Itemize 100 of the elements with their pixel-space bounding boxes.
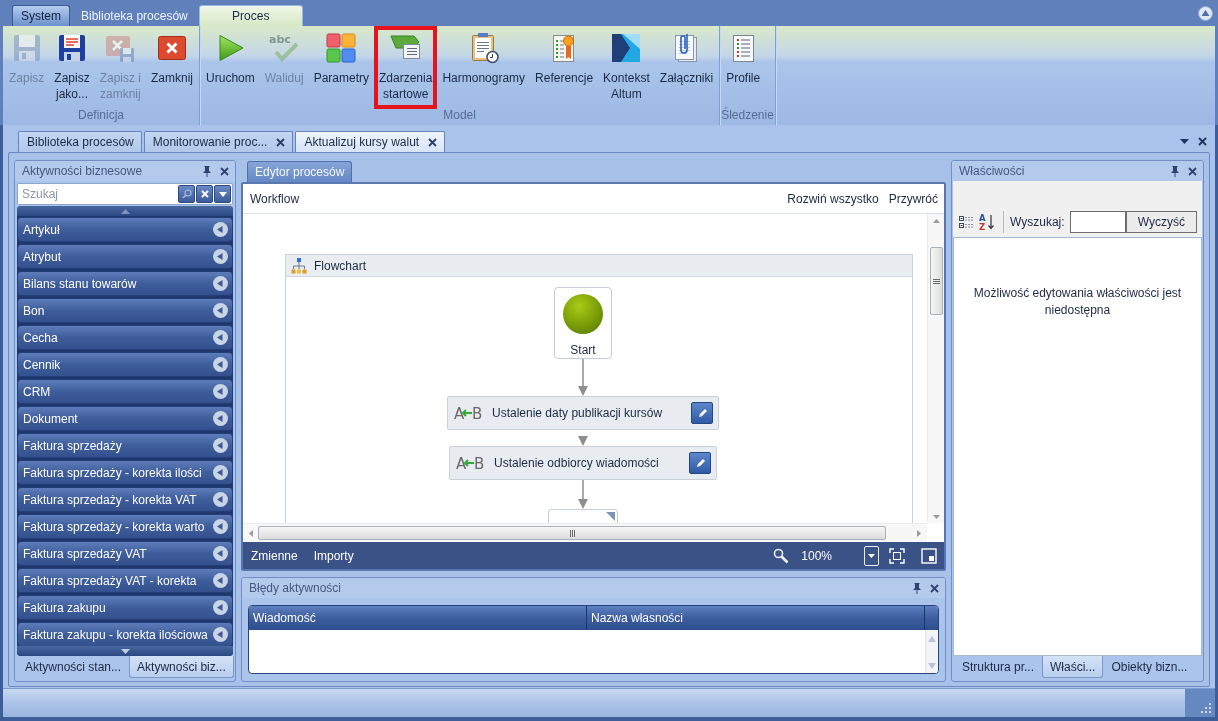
close-icon[interactable] bbox=[1198, 136, 1207, 146]
ribbon-tab[interactable]: Proces bbox=[198, 5, 303, 26]
panel-tab[interactable]: Struktura pr... bbox=[954, 656, 1043, 678]
document-tab[interactable]: Monitorowanie proc... bbox=[143, 131, 294, 152]
activity-label: Ustalenie odbiorcy wiadomości bbox=[494, 456, 659, 470]
category-item[interactable]: Dokument bbox=[17, 406, 233, 431]
category-item[interactable]: Faktura sprzedaży VAT bbox=[17, 541, 233, 566]
ribbon-tab[interactable]: Biblioteka procesów bbox=[72, 5, 197, 26]
column-header[interactable]: Nazwa własności bbox=[587, 606, 925, 630]
arrow-left-icon bbox=[249, 529, 253, 537]
category-item[interactable]: CRM bbox=[17, 379, 233, 404]
panel-tab[interactable]: Właści... bbox=[1042, 656, 1104, 678]
caret-icon bbox=[868, 553, 875, 558]
chevron-logo-icon bbox=[610, 32, 643, 64]
category-item[interactable]: Faktura zakupu bbox=[17, 595, 233, 620]
arrow-down-icon bbox=[928, 663, 936, 669]
group-label: Model bbox=[442, 109, 477, 124]
flowchart-title: Flowchart bbox=[314, 258, 366, 273]
ribbon-button[interactable]: Uruchom bbox=[201, 26, 260, 109]
clear-button[interactable] bbox=[196, 185, 213, 203]
search-box[interactable]: Szukaj bbox=[17, 183, 233, 205]
search-icon bbox=[181, 189, 192, 199]
ribbon-button[interactable]: Referencje bbox=[530, 26, 599, 109]
edit-button[interactable] bbox=[689, 452, 711, 474]
edit-button[interactable] bbox=[691, 402, 713, 424]
document-tab[interactable]: Aktualizuj kursy walut bbox=[295, 131, 446, 152]
footer-tab[interactable]: Zmienne bbox=[251, 548, 298, 563]
grip-icon bbox=[932, 278, 940, 284]
activity-node[interactable]: A B Ustalenie odbiorcy wiadomości bbox=[449, 446, 717, 480]
activity-node[interactable]: A B Ustalenie daty publikacji kursów bbox=[447, 396, 719, 430]
search-label: Wyszukaj: bbox=[1010, 215, 1065, 229]
column-header[interactable]: Wiadomość bbox=[249, 606, 587, 630]
grip-icon bbox=[569, 529, 575, 537]
close-icon[interactable] bbox=[220, 166, 229, 176]
collapse-ribbon-icon[interactable] bbox=[1198, 5, 1213, 21]
ribbon-button[interactable]: Zdarzenia startowe bbox=[374, 26, 438, 109]
pin-icon[interactable] bbox=[913, 582, 921, 594]
panel-tab[interactable]: Obiekty bizn... bbox=[1103, 656, 1196, 678]
panel-tab[interactable]: Aktywności stan... bbox=[17, 656, 130, 678]
zoom-dropdown-button[interactable] bbox=[864, 545, 879, 566]
panel-tab[interactable]: Aktywności biz... bbox=[129, 656, 234, 678]
close-icon[interactable] bbox=[930, 583, 939, 593]
pin-icon[interactable] bbox=[1171, 165, 1179, 177]
search-field[interactable] bbox=[1069, 211, 1126, 233]
category-item[interactable]: Bon bbox=[17, 298, 233, 323]
category-item[interactable]: Faktura sprzedaży - korekta warto bbox=[17, 514, 233, 539]
search-button[interactable] bbox=[178, 185, 195, 203]
category-item[interactable]: Artykuł bbox=[17, 217, 233, 242]
panel-title: Błędy aktywności bbox=[249, 581, 343, 595]
close-icon[interactable] bbox=[276, 137, 286, 147]
category-item[interactable]: Bilans stanu towarów bbox=[17, 271, 233, 296]
ribbon-button[interactable]: Parametry bbox=[308, 26, 374, 109]
categorized-view-icon[interactable] bbox=[958, 215, 974, 229]
fit-to-screen-icon[interactable] bbox=[889, 547, 905, 564]
ribbon-button[interactable]: Zapisz jako... bbox=[49, 26, 95, 109]
resize-grip-icon[interactable] bbox=[1185, 689, 1215, 717]
category-item[interactable]: Cecha bbox=[17, 325, 233, 350]
vertical-scrollbar[interactable] bbox=[927, 214, 944, 523]
ribbon-button[interactable]: Harmonogramy bbox=[437, 26, 531, 109]
ribbon-tab[interactable]: System bbox=[12, 5, 70, 26]
link[interactable]: Przywróć bbox=[888, 191, 938, 206]
close-icon[interactable] bbox=[428, 137, 438, 147]
category-item[interactable]: Atrybut bbox=[17, 244, 233, 269]
category-item[interactable]: Faktura sprzedaży - korekta VAT bbox=[17, 487, 233, 512]
category-item[interactable]: Faktura sprzedaży bbox=[17, 433, 233, 458]
pin-icon[interactable] bbox=[203, 165, 211, 177]
arrow-down-icon bbox=[932, 515, 940, 519]
ribbon-button[interactable]: Kontekst Altum bbox=[598, 26, 655, 109]
horizontal-scrollbar[interactable] bbox=[243, 523, 927, 542]
flowchart-icon bbox=[290, 256, 308, 275]
breadcrumb[interactable]: Workflow bbox=[250, 191, 300, 206]
scrollbar-thumb[interactable] bbox=[929, 247, 943, 315]
document-tab[interactable]: Biblioteka procesów bbox=[18, 131, 142, 152]
category-item[interactable]: Faktura sprzedaży VAT - korekta bbox=[17, 568, 233, 593]
ribbon-button[interactable]: Zamknij bbox=[146, 26, 199, 109]
clear-button[interactable]: Wyczyść bbox=[1125, 211, 1197, 233]
panel-title: Aktywności biznesowe bbox=[22, 164, 144, 178]
magnifier-icon[interactable] bbox=[773, 547, 790, 564]
arrow-up-icon bbox=[932, 219, 940, 223]
zoom-level: 100% bbox=[801, 548, 832, 563]
overview-icon[interactable] bbox=[921, 547, 937, 564]
category-item[interactable]: Cennik bbox=[17, 352, 233, 377]
start-circle-icon bbox=[563, 294, 603, 334]
category-item[interactable]: Faktura sprzedaży - korekta ilości bbox=[17, 460, 233, 485]
ribbon-button[interactable]: Profile bbox=[721, 26, 766, 109]
arrow-up-icon bbox=[120, 208, 130, 214]
color-grid-icon bbox=[325, 32, 358, 64]
info-message: Możliwość edytowania właściwości jest niedostępna bbox=[972, 285, 1183, 319]
vertical-scrollbar[interactable] bbox=[925, 630, 938, 673]
scrollbar-thumb[interactable] bbox=[258, 526, 886, 540]
dropdown-icon[interactable] bbox=[1180, 138, 1189, 144]
category-item[interactable]: Faktura zakupu - korekta ilościowa bbox=[17, 622, 233, 646]
dropdown-button[interactable] bbox=[214, 185, 231, 203]
ribbon-button[interactable]: Załączniki bbox=[654, 26, 719, 109]
pencil-icon bbox=[694, 457, 706, 469]
link[interactable]: Rozwiń wszystko bbox=[787, 191, 879, 206]
start-node[interactable]: Start bbox=[554, 287, 612, 359]
close-icon[interactable] bbox=[1188, 166, 1197, 176]
footer-tab[interactable]: Importy bbox=[313, 548, 354, 563]
arrow-up-icon bbox=[928, 636, 936, 642]
